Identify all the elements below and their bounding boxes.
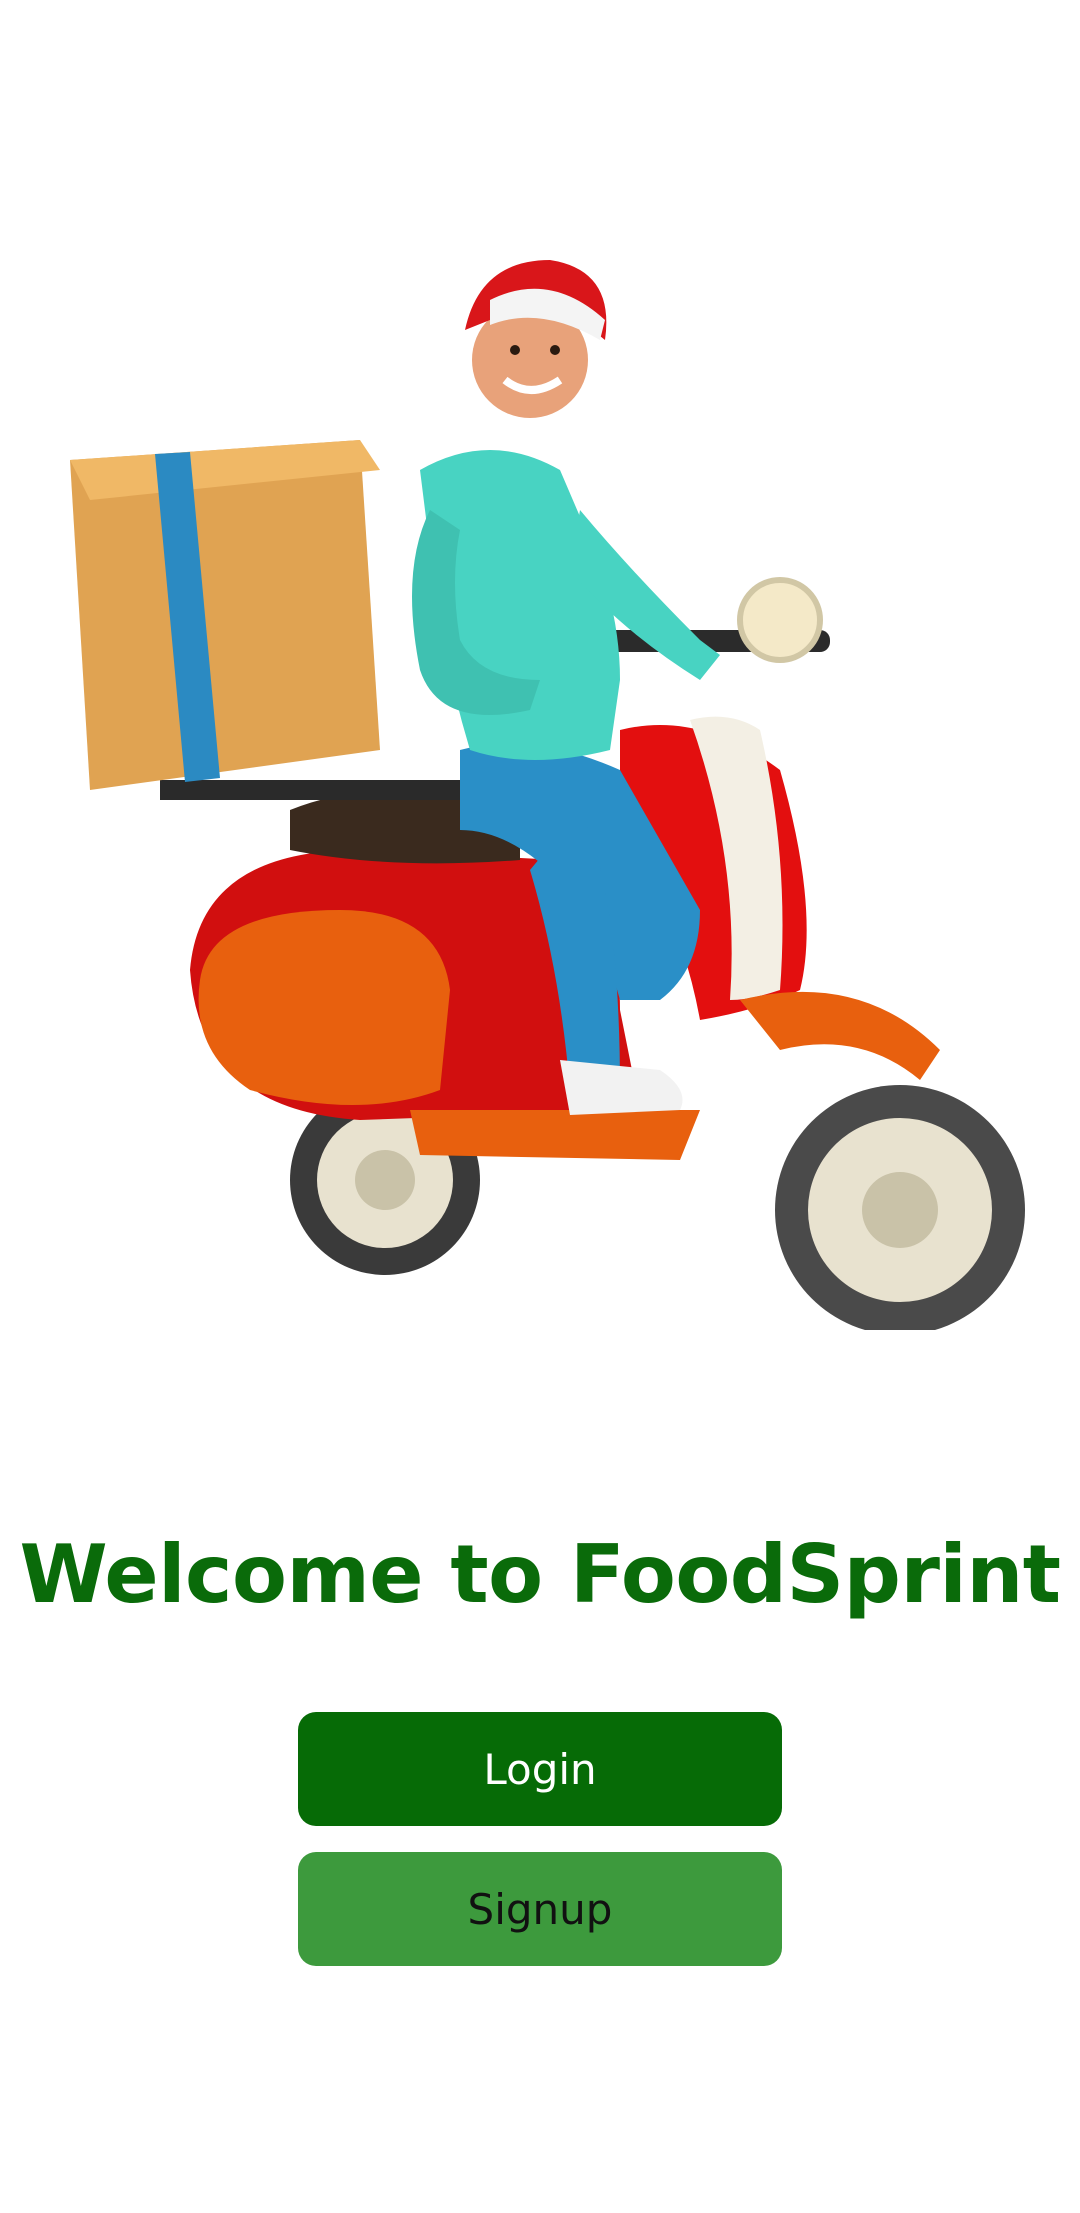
delivery-scooter-illustration (60, 210, 1040, 1330)
login-button[interactable]: Login (298, 1712, 782, 1826)
signup-button[interactable]: Signup (298, 1852, 782, 1966)
front-wheel (775, 1085, 1025, 1330)
welcome-title: Welcome to FoodSprint (19, 1528, 1061, 1621)
